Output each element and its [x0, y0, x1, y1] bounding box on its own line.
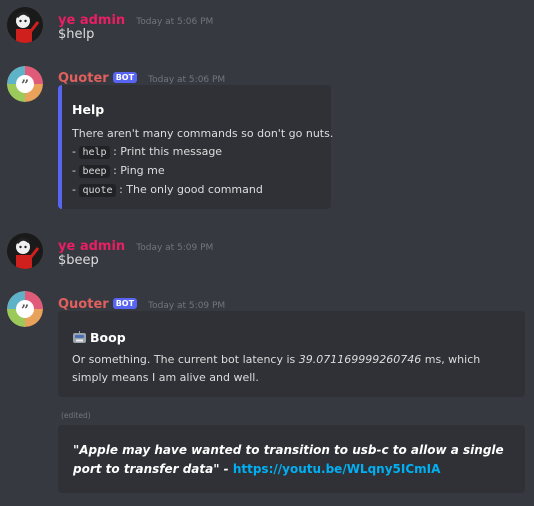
embed-title: Boop [90, 330, 126, 345]
command-code: beep [79, 165, 110, 178]
author-name[interactable]: ye admin [58, 239, 125, 254]
desc-text: Or something. The current bot latency is [72, 353, 299, 366]
admin-avatar[interactable] [7, 7, 43, 43]
bot-avatar[interactable]: ” [7, 291, 43, 327]
bot-avatar-icon: ” [7, 66, 43, 102]
svg-text:”: ” [21, 78, 29, 94]
command-desc: : Print this message [113, 145, 223, 158]
edited-label: (edited) [61, 411, 91, 420]
bot-avatar[interactable]: ” [7, 66, 43, 102]
quote-content: "Apple may have wanted to transition to … [73, 441, 518, 479]
command-row: - help : Print this message [72, 143, 333, 162]
command-row: - quote : The only good command [72, 181, 333, 200]
bot-badge: BOT [112, 298, 138, 309]
command-row: - beep : Ping me [72, 162, 333, 181]
latency-value: 39.071169999260746 [298, 353, 422, 366]
message-text: $help [58, 27, 95, 42]
author-name[interactable]: ye admin [58, 13, 125, 28]
quote-link[interactable]: https://youtu.be/WLqny5ICmIA [233, 462, 441, 476]
command-code: quote [79, 184, 116, 197]
command-desc: : Ping me [113, 164, 165, 177]
author-name[interactable]: Quoter [58, 297, 109, 312]
admin-avatar-icon [7, 233, 43, 269]
robot-icon [72, 329, 87, 343]
author-name[interactable]: Quoter [58, 71, 109, 86]
boop-embed: Boop Or something. The current bot laten… [58, 311, 525, 397]
command-desc: : The only good command [119, 183, 263, 196]
embed-intro: There aren't many commands so don't go n… [72, 127, 334, 140]
quote-embed: "Apple may have wanted to transition to … [58, 425, 525, 493]
timestamp: Today at 5:09 PM [136, 243, 214, 253]
embed-description: There aren't many commands so don't go n… [72, 125, 333, 200]
svg-text:”: ” [21, 303, 29, 319]
timestamp: Today at 5:06 PM [136, 17, 214, 27]
timestamp: Today at 5:06 PM [148, 75, 226, 85]
embed-title-row: Boop [72, 327, 126, 346]
bot-avatar-icon: ” [7, 291, 43, 327]
command-code: help [79, 146, 110, 159]
bot-badge: BOT [112, 72, 138, 83]
embed-description: Or something. The current bot latency is… [72, 351, 512, 387]
admin-avatar[interactable] [7, 233, 43, 269]
message-text: $beep [58, 253, 99, 268]
embed-title: Help [72, 102, 105, 117]
help-embed: Help There aren't many commands so don't… [58, 85, 333, 209]
timestamp: Today at 5:09 PM [148, 301, 226, 311]
admin-avatar-icon [7, 7, 43, 43]
